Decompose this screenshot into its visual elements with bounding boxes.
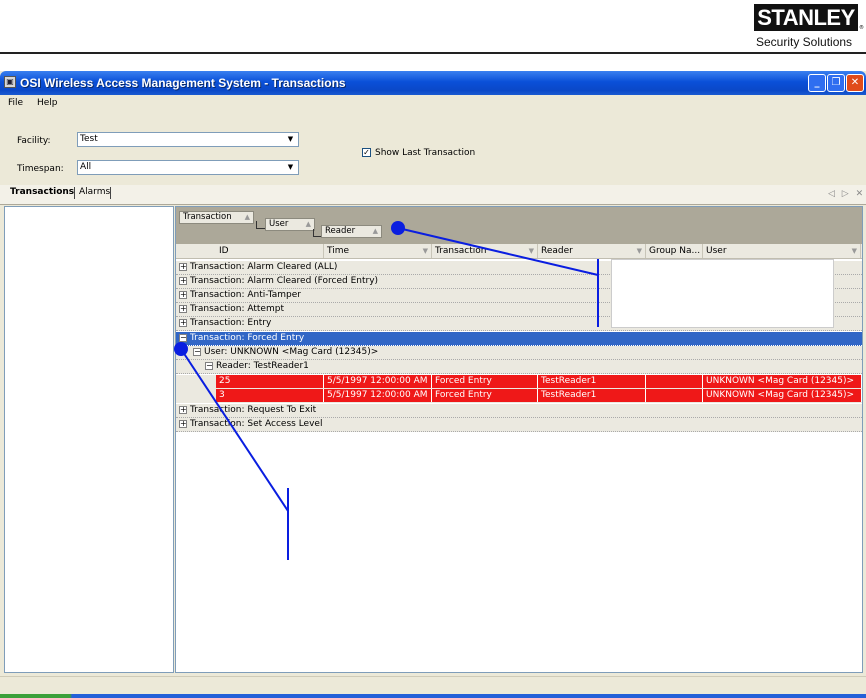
column-chooser-popup[interactable]	[611, 259, 834, 328]
group-row-label: Transaction: Anti-Tamper	[190, 290, 301, 300]
cell-time: 5/5/1997 12:00:00 AM	[324, 375, 432, 388]
group-connector	[256, 221, 265, 229]
sort-icon: ▼	[851, 247, 857, 255]
sort-asc-icon: ▲	[305, 220, 311, 228]
cell-id: 3	[216, 389, 324, 402]
timespan-value: All	[80, 162, 92, 172]
facility-label: Facility:	[17, 136, 51, 146]
expand-icon[interactable]: +	[179, 276, 187, 285]
cell-reader: TestReader1	[538, 375, 646, 388]
tab-transactions[interactable]: Transactions	[10, 187, 74, 197]
expand-icon[interactable]: +	[179, 304, 187, 313]
collapse-icon[interactable]: −	[205, 361, 213, 370]
group-row-label: Transaction: Alarm Cleared (ALL)	[190, 262, 338, 272]
table-row[interactable]: 3 5/5/1997 12:00:00 AM Forced Entry Test…	[176, 389, 862, 403]
status-bar	[0, 676, 866, 694]
cell-reader: TestReader1	[538, 389, 646, 402]
stanley-logo: STANLEY	[754, 4, 858, 31]
expand-icon[interactable]: +	[179, 290, 187, 299]
sort-asc-icon: ▲	[372, 227, 378, 235]
column-header-reader[interactable]: Reader ▼	[538, 244, 646, 258]
group-chip-label: User	[269, 219, 289, 229]
tab-nav-icons[interactable]: ◁ ▷ ✕	[828, 189, 865, 199]
menu-help[interactable]: Help	[37, 98, 58, 108]
app-icon[interactable]: ▣	[4, 76, 16, 88]
maximize-button[interactable]: ❐	[827, 74, 845, 92]
expand-icon[interactable]: +	[179, 318, 187, 327]
column-header-group-name[interactable]: Group Na...	[646, 244, 703, 258]
column-label: User	[706, 246, 727, 256]
group-row-label: Transaction: Request To Exit	[190, 405, 317, 415]
timespan-label: Timespan:	[17, 164, 64, 174]
close-button[interactable]: ✕	[846, 74, 864, 92]
cell-user: UNKNOWN <Mag Card (12345)>	[703, 375, 862, 388]
header-divider	[0, 52, 866, 54]
group-row-label: User: UNKNOWN <Mag Card (12345)>	[204, 347, 379, 357]
group-row-label: Transaction: Set Access Level	[190, 419, 323, 429]
cell-user: UNKNOWN <Mag Card (12345)>	[703, 389, 862, 402]
chevron-down-icon[interactable]: ▼	[284, 162, 297, 173]
left-tree-pane[interactable]	[4, 206, 174, 673]
group-row-label: Transaction: Attempt	[190, 304, 284, 314]
column-header-id[interactable]: ID	[216, 244, 324, 258]
tab-strip	[0, 185, 866, 205]
menu-file[interactable]: File	[8, 98, 23, 108]
cell-transaction: Forced Entry	[432, 375, 538, 388]
sort-icon: ▼	[636, 247, 642, 255]
column-header-user[interactable]: User ▼	[703, 244, 861, 258]
collapse-icon[interactable]: −	[193, 347, 201, 356]
expand-icon[interactable]: +	[179, 262, 187, 271]
registered-mark: ®	[859, 25, 864, 31]
minimize-button[interactable]: _	[808, 74, 826, 92]
group-row-user[interactable]: − User: UNKNOWN <Mag Card (12345)>	[176, 346, 862, 360]
group-chip-label: Reader	[325, 226, 356, 236]
group-chip-label: Transaction	[183, 212, 232, 222]
show-last-checkbox[interactable]: ✓	[362, 148, 371, 157]
cell-group	[646, 375, 703, 388]
facility-value: Test	[80, 134, 98, 144]
cell-id: 25	[216, 375, 324, 388]
group-row-label: Transaction: Forced Entry	[190, 333, 305, 343]
column-header-time[interactable]: Time ▼	[324, 244, 432, 258]
column-label: Group Na...	[649, 246, 701, 256]
expand-icon[interactable]: +	[179, 419, 187, 428]
group-row-label: Transaction: Alarm Cleared (Forced Entry…	[190, 276, 379, 286]
column-label: Time	[327, 246, 350, 256]
chevron-down-icon[interactable]: ▼	[284, 134, 297, 145]
cell-transaction: Forced Entry	[432, 389, 538, 402]
tab-separator	[110, 187, 111, 199]
column-label: Reader	[541, 246, 573, 256]
expand-icon[interactable]: +	[179, 405, 187, 414]
column-label: ID	[219, 246, 229, 256]
collapse-icon[interactable]: −	[179, 333, 187, 342]
column-header-transaction[interactable]: Transaction ▼	[432, 244, 538, 258]
company-tagline: Security Solutions	[756, 35, 853, 49]
tab-alarms[interactable]: Alarms	[79, 187, 110, 197]
group-row-label: Transaction: Entry	[190, 318, 272, 328]
sort-icon: ▼	[528, 247, 534, 255]
timespan-select[interactable]: All ▼	[77, 160, 299, 175]
group-row[interactable]: + Transaction: Request To Exit	[176, 404, 862, 418]
group-row-label: Reader: TestReader1	[216, 361, 309, 371]
menu-bar	[0, 96, 866, 112]
group-row-selected[interactable]: − Transaction: Forced Entry	[176, 332, 862, 346]
sort-icon: ▼	[422, 247, 428, 255]
cell-group	[646, 389, 703, 402]
group-row-reader[interactable]: − Reader: TestReader1	[176, 360, 862, 374]
table-row[interactable]: 25 5/5/1997 12:00:00 AM Forced Entry Tes…	[176, 375, 862, 389]
sort-asc-icon: ▲	[244, 213, 250, 221]
group-chip-reader[interactable]: Reader ▲	[321, 225, 382, 238]
cell-time: 5/5/1997 12:00:00 AM	[324, 389, 432, 402]
group-chip-transaction[interactable]: Transaction ▲	[179, 211, 254, 224]
facility-select[interactable]: Test ▼	[77, 132, 299, 147]
window-title: OSI Wireless Access Management System - …	[20, 76, 346, 90]
taskbar	[0, 694, 866, 698]
group-row[interactable]: + Transaction: Set Access Level	[176, 418, 862, 432]
group-chip-user[interactable]: User ▲	[265, 218, 315, 231]
tab-separator	[74, 187, 75, 199]
column-label: Transaction	[435, 246, 487, 256]
show-last-label[interactable]: Show Last Transaction	[375, 148, 475, 158]
